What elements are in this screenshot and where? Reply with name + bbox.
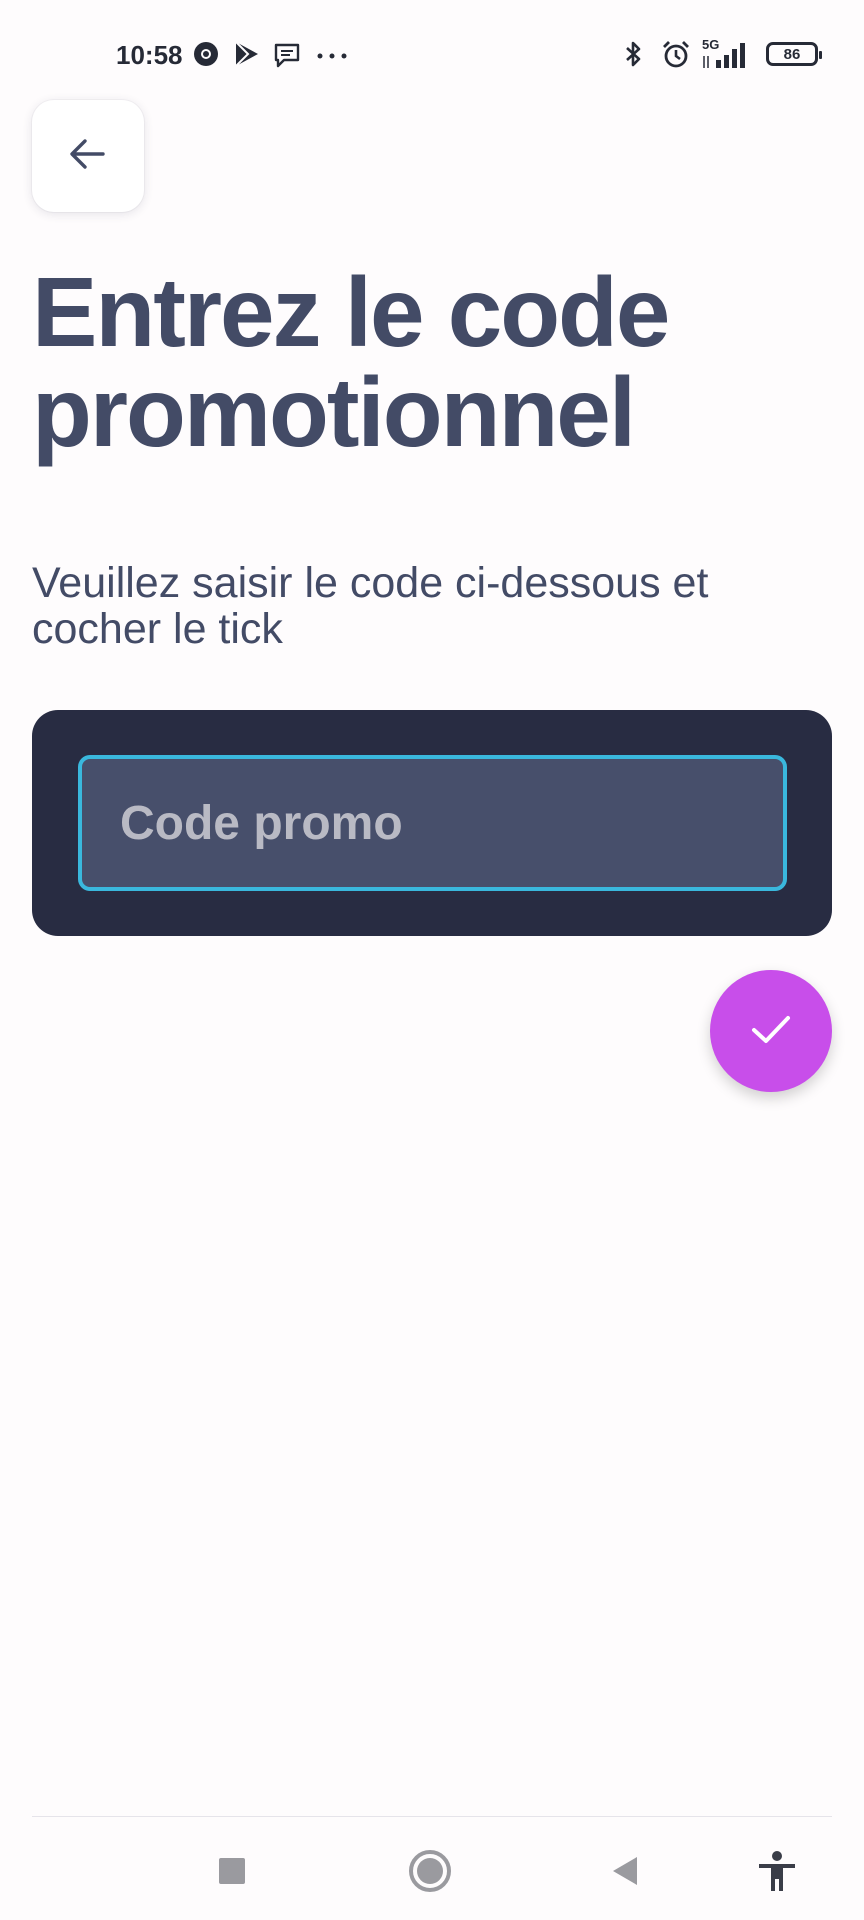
promo-code-card [32,710,832,936]
recents-square-icon [217,1856,247,1891]
status-notification-icons [192,40,352,70]
signal-icon: 5G [702,38,754,70]
confirm-button[interactable] [710,970,832,1092]
status-time: 10:58 [116,40,183,70]
chat-bubble-icon [272,40,302,70]
navigation-bar [0,1818,864,1920]
status-bar: 10:58 5G 86 [0,0,864,112]
back-nav-button[interactable] [600,1848,650,1898]
accessibility-button[interactable] [752,1848,802,1898]
alarm-icon [660,39,690,69]
accessibility-icon [755,1849,799,1898]
nav-divider [32,1816,832,1817]
back-triangle-icon [609,1855,641,1892]
page-subtitle: Veuillez saisir le code ci-dessous et co… [32,559,709,653]
check-icon [745,1003,797,1060]
play-store-icon [232,40,262,70]
back-button[interactable] [32,100,144,212]
arrow-left-icon [65,131,111,182]
chrome-icon [192,40,222,70]
more-dots-icon [312,40,352,70]
promo-code-input[interactable] [78,755,787,891]
home-button[interactable] [405,1848,455,1898]
page-title: Entrez le code promotionnel [32,257,670,467]
status-system-icons: 5G 86 [618,38,822,70]
recents-button[interactable] [207,1848,257,1898]
home-circle-icon [408,1849,452,1898]
battery-indicator: 86 [766,42,822,66]
bluetooth-icon [618,39,648,69]
